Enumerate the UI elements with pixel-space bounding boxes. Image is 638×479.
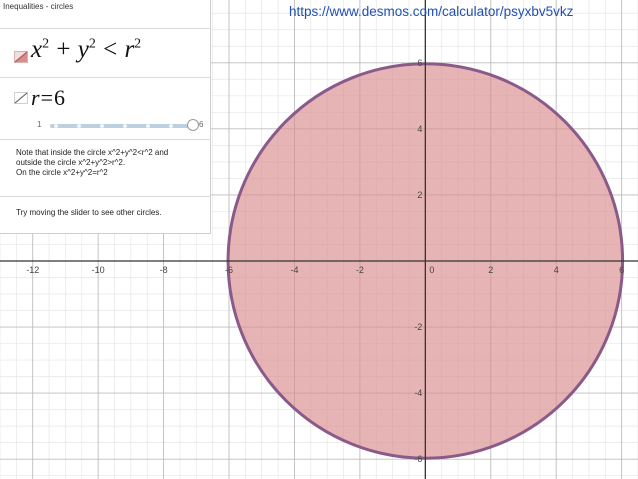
x-tick-label: -12: [26, 265, 39, 275]
x-tick-label: -10: [92, 265, 105, 275]
note-divider: [0, 196, 210, 197]
formula-x: x: [31, 36, 43, 63]
slider-formula[interactable]: r=6: [31, 85, 65, 111]
x-tick-label: 2: [488, 265, 493, 275]
note-line: On the circle x^2+y^2=r^2: [16, 168, 108, 177]
slider-equals: =: [40, 85, 53, 110]
slider-value: 6: [53, 85, 65, 110]
slider-handle[interactable]: [187, 119, 199, 131]
x-tick-label: -8: [160, 265, 168, 275]
x-tick-label: 6: [619, 265, 624, 275]
x-tick-label: 4: [554, 265, 559, 275]
expression-row-slider[interactable]: r=6 1 6: [0, 78, 210, 140]
slider-dot: [146, 124, 150, 128]
panel-title: Inequalities - circles: [3, 2, 74, 11]
formula-x-exponent: 2: [42, 36, 50, 52]
expression-panel: Inequalities - circles x2 + y2 < r2 r=6 …: [0, 0, 211, 234]
expression-row-inequality[interactable]: x2 + y2 < r2: [0, 28, 210, 78]
y-tick-label: 2: [417, 190, 422, 200]
slider-max-label: 6: [199, 120, 204, 129]
slider-dot: [54, 124, 58, 128]
formula-y: y: [77, 36, 89, 63]
slider-dot: [123, 124, 127, 128]
slider-dot: [100, 124, 104, 128]
x-tick-label: -6: [225, 265, 233, 275]
y-tick-label: -6: [414, 454, 422, 464]
inequality-formula[interactable]: x2 + y2 < r2: [31, 36, 141, 64]
y-tick-label: 4: [417, 124, 422, 134]
url-label[interactable]: https://www.desmos.com/calculator/psyxbv…: [289, 4, 573, 19]
x-tick-label: 0: [429, 265, 434, 275]
x-tick-label: -2: [356, 265, 364, 275]
slider-track[interactable]: [50, 124, 196, 128]
shaded-inequality-icon[interactable]: [14, 51, 28, 63]
y-tick-label: 6: [417, 58, 422, 68]
tip-text[interactable]: Try moving the slider to see other circl…: [16, 208, 162, 217]
formula-plus: +: [56, 36, 71, 63]
note-text[interactable]: Note that inside the circle x^2+y^2<r^2 …: [16, 148, 206, 178]
note-line: outside the circle x^2+y^2>r^2.: [16, 158, 126, 167]
y-tick-label: -2: [414, 322, 422, 332]
slider-dot: [169, 124, 173, 128]
slider-min-label: 1: [37, 120, 42, 129]
x-tick-label: -4: [290, 265, 298, 275]
formula-r: r: [124, 36, 135, 63]
y-tick-label: -4: [414, 388, 422, 398]
formula-y-exponent: 2: [88, 36, 96, 52]
formula-r-exponent: 2: [134, 36, 142, 52]
slider-variable: r: [31, 85, 40, 110]
formula-less-than: <: [103, 36, 118, 63]
line-style-icon[interactable]: [14, 92, 28, 104]
note-line: Note that inside the circle x^2+y^2<r^2 …: [16, 148, 169, 157]
slider-dot: [77, 124, 81, 128]
